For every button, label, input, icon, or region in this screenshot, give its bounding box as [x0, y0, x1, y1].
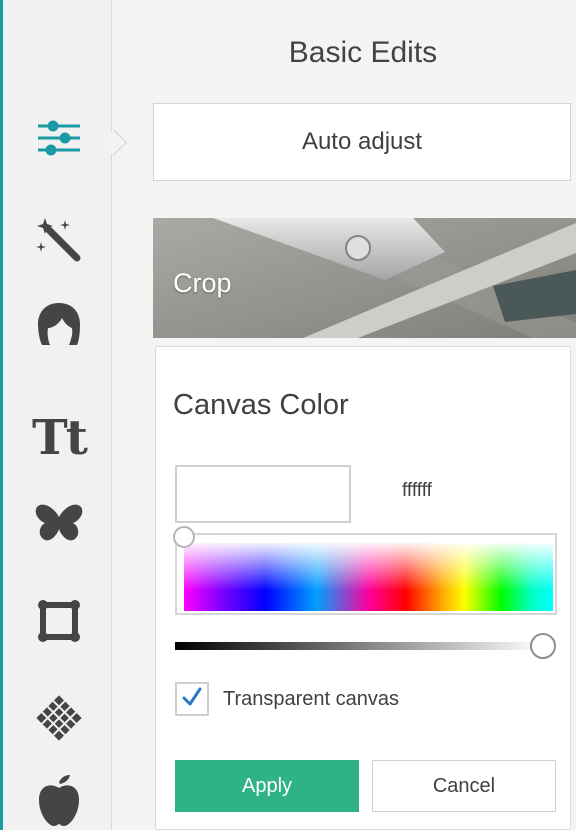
panel-title: Basic Edits [288, 36, 438, 69]
transparent-canvas-checkbox[interactable] [175, 682, 209, 716]
spectrum-handle[interactable] [173, 526, 195, 548]
tool-sidebar: Tt [3, 0, 112, 830]
brightness-slider[interactable] [175, 642, 545, 650]
tool-basic-edits[interactable] [31, 110, 87, 166]
tool-touch-up[interactable] [31, 296, 87, 352]
transparent-canvas-label: Transparent canvas [223, 688, 400, 710]
butterfly-icon [34, 503, 84, 543]
hue-spectrum-picker[interactable] [175, 533, 557, 615]
auto-adjust-button[interactable]: Auto adjust [153, 103, 571, 181]
canvas-color-panel: Canvas Color ffffff Transparent canvas A… [155, 346, 571, 830]
touch-up-face-icon [35, 300, 83, 348]
hex-value-input[interactable]: ffffff [402, 480, 432, 502]
tool-textures[interactable] [31, 690, 87, 746]
brightness-slider-handle[interactable] [530, 633, 556, 659]
canvas-color-title: Canvas Color [173, 389, 349, 421]
tool-stickers[interactable] [31, 774, 87, 830]
checkmark-icon [181, 686, 203, 713]
apply-button[interactable]: Apply [175, 760, 359, 812]
tool-text[interactable]: Tt [31, 410, 88, 466]
color-swatch [175, 465, 351, 523]
tool-effects[interactable] [31, 212, 87, 268]
tool-overlays[interactable] [31, 495, 87, 551]
apple-icon [36, 774, 82, 830]
crop-tool-card[interactable]: Crop [153, 218, 576, 338]
frame-icon [37, 599, 81, 643]
spectrum-gradient [184, 543, 553, 611]
texture-icon [36, 695, 82, 741]
cancel-button[interactable]: Cancel [372, 760, 556, 812]
crop-label: Crop [173, 268, 232, 298]
magic-wand-icon [35, 216, 83, 264]
tool-frames[interactable] [31, 593, 87, 649]
sliders-icon [35, 114, 83, 162]
text-icon: Tt [32, 410, 88, 466]
